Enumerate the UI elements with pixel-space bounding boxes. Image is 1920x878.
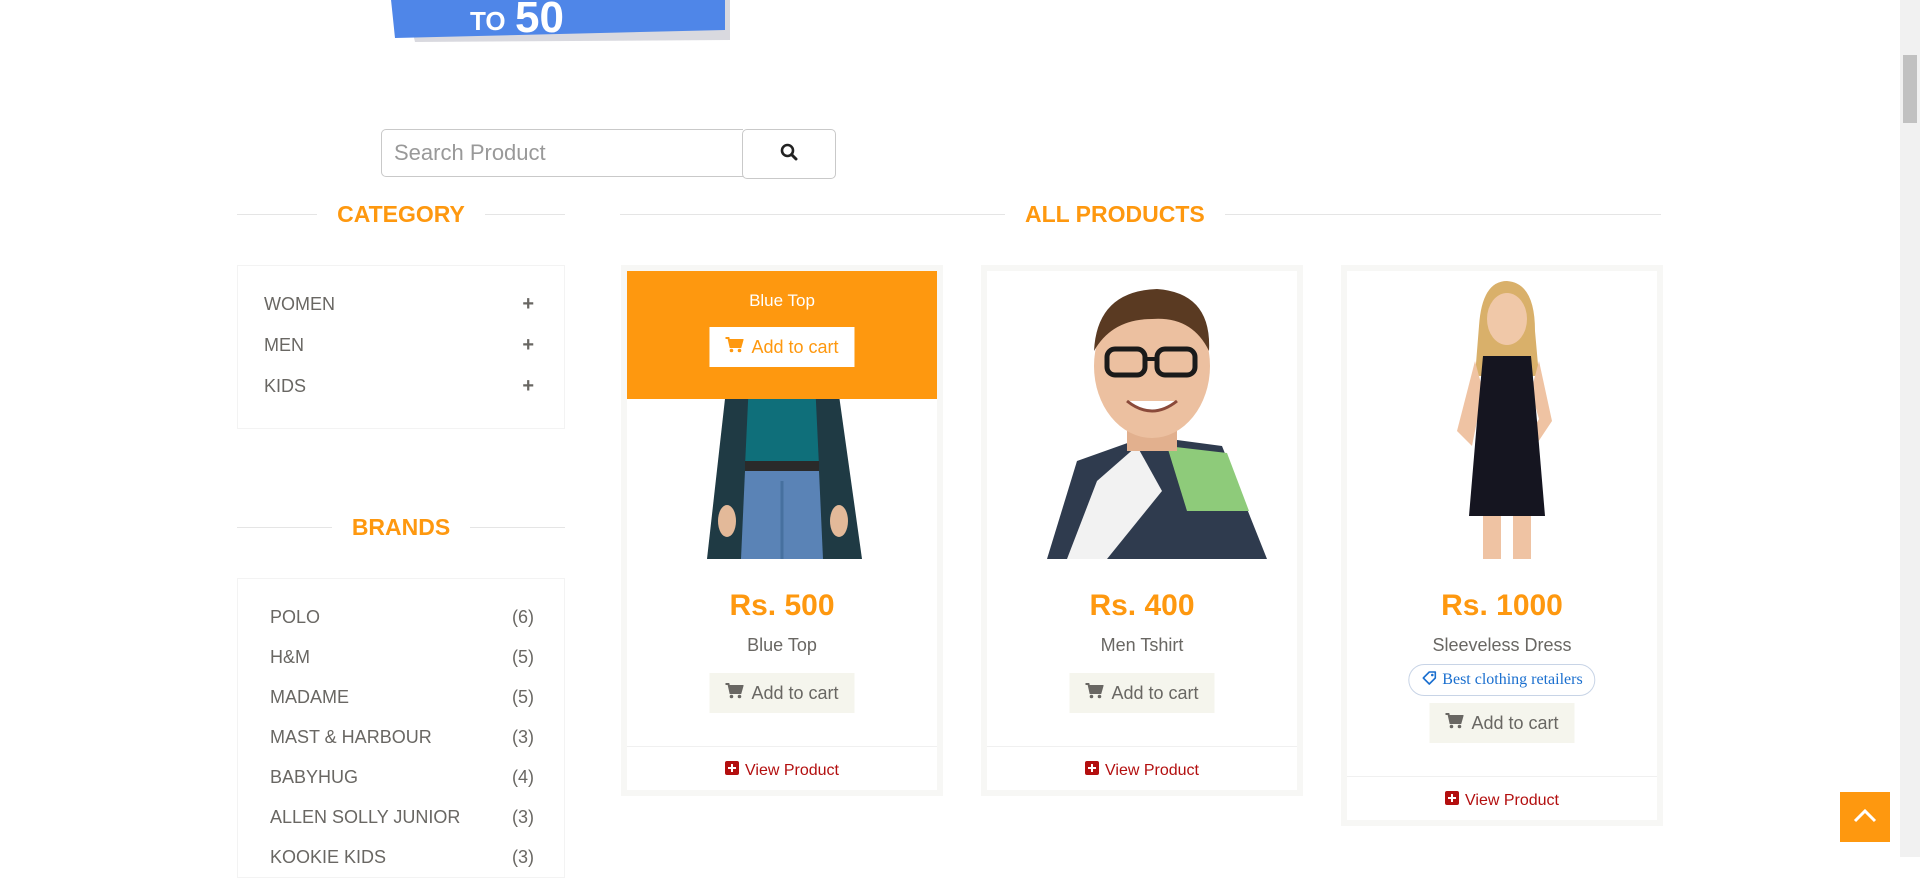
- product-name: Men Tshirt: [1100, 635, 1184, 655]
- category-label: KIDS: [264, 375, 307, 396]
- category-label: WOMEN: [264, 293, 335, 314]
- cart-icon: [1085, 682, 1104, 704]
- search-icon: [780, 143, 798, 166]
- product-image[interactable]: [987, 271, 1297, 559]
- category-item-women[interactable]: WOMEN +: [264, 289, 534, 319]
- search-bar: [381, 129, 836, 179]
- brand-item-polo[interactable]: POLO (6): [270, 602, 534, 632]
- scroll-to-top-button[interactable]: [1840, 792, 1890, 842]
- plus-icon[interactable]: +: [522, 293, 534, 316]
- add-to-cart-button[interactable]: Add to cart: [1429, 703, 1575, 743]
- promo-banner: TO 50: [385, 0, 730, 42]
- add-to-cart-button[interactable]: Add to cart: [709, 673, 855, 713]
- brand-count: (5): [512, 686, 534, 707]
- search-button[interactable]: [742, 129, 836, 179]
- view-product-link[interactable]: View Product: [1347, 791, 1657, 810]
- page-scrollbar[interactable]: [1900, 0, 1920, 857]
- brand-label: BABYHUG: [270, 766, 359, 787]
- product-price: Rs. 1000: [1441, 589, 1563, 622]
- overlay-add-to-cart-button[interactable]: Add to cart: [709, 327, 855, 367]
- cart-icon: [725, 336, 744, 358]
- product-card: Rs. 400 Men Tshirt Add to cart View Prod…: [981, 265, 1303, 796]
- card-divider: [987, 746, 1297, 747]
- view-product-label: View Product: [1105, 761, 1199, 779]
- search-input[interactable]: [381, 129, 743, 177]
- product-name: Sleeveless Dress: [1432, 635, 1572, 655]
- plus-icon[interactable]: +: [522, 375, 534, 398]
- category-panel: WOMEN + MEN + KIDS +: [237, 265, 565, 429]
- cart-icon: [725, 682, 744, 704]
- add-to-cart-label: Add to cart: [1471, 712, 1559, 733]
- brand-label: KOOKIE KIDS: [270, 846, 387, 867]
- category-label: MEN: [264, 334, 304, 355]
- badge-label: Best clothing retailers: [1442, 671, 1583, 688]
- brand-count: (5): [512, 646, 534, 667]
- product-card: Rs. 1000 Sleeveless Dress Best clothing …: [1341, 265, 1663, 826]
- brand-count: (3): [512, 726, 534, 747]
- product-name: Blue Top: [747, 635, 817, 655]
- add-to-cart-button[interactable]: Add to cart: [1069, 673, 1215, 713]
- product-price: Rs. 400: [1089, 589, 1195, 622]
- brand-item-mast-harbour[interactable]: MAST & HARBOUR (3): [270, 722, 534, 752]
- brand-count: (3): [512, 846, 534, 867]
- category-item-men[interactable]: MEN +: [264, 330, 534, 360]
- brand-item-kookie-kids[interactable]: KOOKIE KIDS (3): [270, 842, 534, 872]
- add-to-cart-label: Add to cart: [1111, 682, 1199, 703]
- scrollbar-thumb[interactable]: [1903, 55, 1917, 123]
- products-heading: ALL PRODUCTS: [620, 199, 1661, 229]
- overlay-product-name: Blue Top: [749, 291, 815, 310]
- brand-label: POLO: [270, 606, 321, 627]
- brand-label: MADAME: [270, 686, 350, 707]
- product-hover-overlay: Blue Top Add to cart: [627, 271, 937, 399]
- plus-icon[interactable]: +: [522, 334, 534, 357]
- brand-item-hm[interactable]: H&M (5): [270, 642, 534, 672]
- product-image[interactable]: [1347, 271, 1657, 559]
- view-product-link[interactable]: View Product: [987, 761, 1297, 780]
- view-product-label: View Product: [1465, 791, 1559, 809]
- brand-label: MAST & HARBOUR: [270, 726, 432, 747]
- add-to-cart-label: Add to cart: [751, 336, 839, 357]
- view-product-label: View Product: [745, 761, 839, 779]
- brand-count: (3): [512, 806, 534, 827]
- brand-label: ALLEN SOLLY JUNIOR: [270, 806, 461, 827]
- plus-square-icon: [1445, 791, 1459, 810]
- brand-item-allen-solly-junior[interactable]: ALLEN SOLLY JUNIOR (3): [270, 802, 534, 832]
- products-title: ALL PRODUCTS: [1025, 200, 1205, 227]
- product-price: Rs. 500: [729, 589, 835, 622]
- brand-count: (6): [512, 606, 534, 627]
- plus-square-icon: [1085, 761, 1099, 780]
- category-heading: CATEGORY: [237, 199, 565, 229]
- brand-label: H&M: [270, 646, 310, 667]
- brands-panel: POLO (6) H&M (5) MADAME (5) MAST & HARBO…: [237, 578, 565, 878]
- product-badge: Best clothing retailers: [1408, 664, 1596, 696]
- view-product-link[interactable]: View Product: [627, 761, 937, 780]
- tag-icon: [1421, 670, 1437, 691]
- cart-icon: [1445, 712, 1464, 734]
- svg-text:50: 50: [515, 0, 564, 42]
- brands-title: BRANDS: [351, 513, 451, 540]
- brand-item-madame[interactable]: MADAME (5): [270, 682, 534, 712]
- category-item-kids[interactable]: KIDS +: [264, 371, 534, 401]
- brand-item-babyhug[interactable]: BABYHUG (4): [270, 762, 534, 792]
- card-divider: [1347, 776, 1657, 777]
- chevron-up-icon: [1853, 807, 1877, 828]
- brands-heading: BRANDS: [237, 512, 566, 542]
- plus-square-icon: [725, 761, 739, 780]
- product-card: Blue Top Add to cart Rs. 500 Blue Top Ad…: [621, 265, 943, 796]
- add-to-cart-label: Add to cart: [751, 682, 839, 703]
- category-title: CATEGORY: [337, 200, 465, 227]
- card-divider: [627, 746, 937, 747]
- brand-count: (4): [512, 766, 534, 787]
- svg-text:TO: TO: [470, 6, 506, 36]
